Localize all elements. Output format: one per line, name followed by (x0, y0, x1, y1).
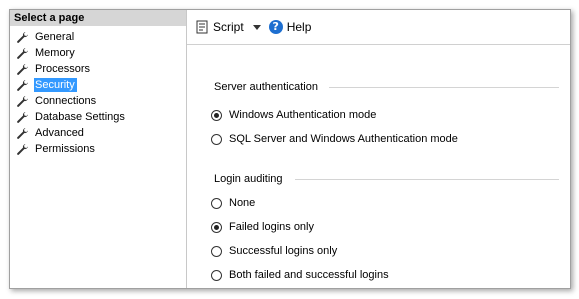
radio-label: None (229, 197, 256, 209)
sidebar-item-label: Processors (35, 63, 91, 75)
wrench-icon (17, 79, 28, 91)
script-button[interactable]: Script (195, 17, 261, 37)
wrench-icon (17, 47, 28, 59)
toolbar: Script ? Help (187, 10, 570, 45)
sidebar-item-general[interactable]: General (16, 29, 127, 45)
sidebar-item-connections[interactable]: Connections (16, 93, 127, 109)
radio-label: Successful logins only (229, 245, 338, 257)
sidebar-item-memory[interactable]: Memory (16, 45, 127, 61)
radio-label: SQL Server and Windows Authentication mo… (229, 133, 458, 145)
sidebar-item-label: General (35, 31, 75, 43)
sidebar-item-label: Advanced (35, 127, 84, 139)
radio-audit-none[interactable]: None (211, 195, 255, 211)
sidebar-item-processors[interactable]: Processors (16, 61, 127, 77)
server-auth-group-title: Server authentication (214, 81, 318, 93)
group-divider (329, 87, 559, 88)
help-button[interactable]: ? Help (268, 17, 312, 37)
wrench-icon (17, 63, 28, 75)
group-divider (295, 179, 559, 180)
wrench-icon (17, 31, 28, 43)
chevron-down-icon[interactable] (252, 24, 261, 30)
radio-audit-failed[interactable]: Failed logins only (211, 219, 314, 235)
page-selector-panel: Select a page General Memory Processors … (10, 10, 187, 288)
sidebar-item-label: Permissions (35, 143, 95, 155)
wrench-icon (17, 143, 28, 155)
radio-label: Failed logins only (229, 221, 314, 233)
script-label: Script (213, 20, 244, 34)
help-label: Help (286, 20, 312, 34)
radio-windows-auth[interactable]: Windows Authentication mode (211, 107, 376, 123)
radio-button[interactable] (211, 245, 222, 257)
radio-button[interactable] (211, 133, 222, 145)
login-auditing-group-title: Login auditing (214, 173, 283, 185)
sidebar-item-label: Database Settings (35, 111, 125, 123)
page-list: General Memory Processors Security Conne… (16, 29, 127, 157)
radio-label: Both failed and successful logins (229, 269, 389, 281)
radio-button[interactable] (211, 221, 222, 233)
sidebar-item-permissions[interactable]: Permissions (16, 141, 127, 157)
radio-button[interactable] (211, 197, 222, 209)
security-content: Server authentication Windows Authentica… (187, 45, 570, 288)
radio-audit-successful[interactable]: Successful logins only (211, 243, 337, 259)
sidebar-item-label: Security (34, 78, 77, 92)
sidebar-item-database-settings[interactable]: Database Settings (16, 109, 127, 125)
radio-label: Windows Authentication mode (229, 109, 377, 121)
sidebar-item-security[interactable]: Security (16, 77, 127, 93)
wrench-icon (17, 95, 28, 107)
script-icon (196, 20, 208, 34)
page-selector-header: Select a page (10, 10, 186, 26)
properties-dialog: Select a page General Memory Processors … (9, 9, 571, 289)
sidebar-item-label: Connections (35, 95, 97, 107)
sidebar-item-advanced[interactable]: Advanced (16, 125, 127, 141)
radio-mixed-auth[interactable]: SQL Server and Windows Authentication mo… (211, 131, 458, 147)
wrench-icon (17, 111, 28, 123)
help-icon: ? (268, 20, 283, 34)
sidebar-item-label: Memory (35, 47, 75, 59)
radio-button[interactable] (211, 109, 222, 121)
radio-audit-both[interactable]: Both failed and successful logins (211, 267, 389, 283)
security-page: Script ? Help Server authentication Wind… (187, 10, 570, 288)
radio-button[interactable] (211, 269, 222, 281)
wrench-icon (17, 127, 28, 139)
